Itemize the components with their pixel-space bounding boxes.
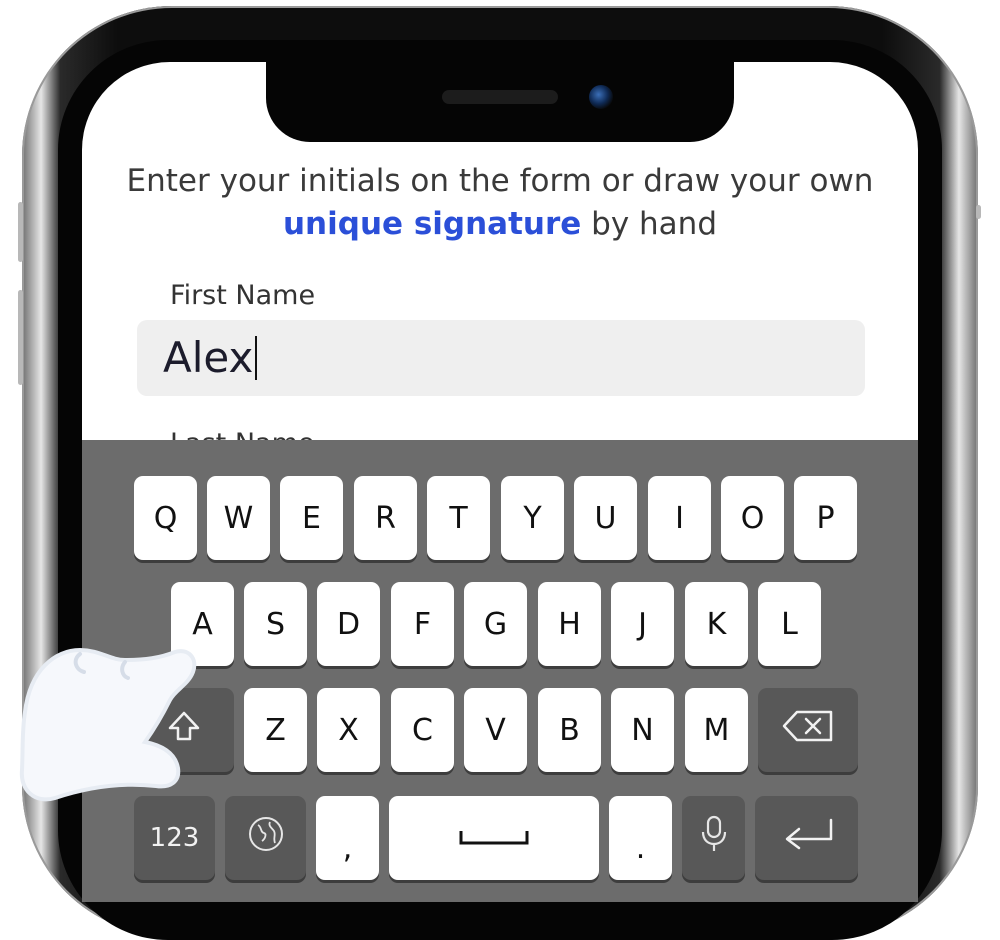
key-z[interactable]: Z <box>244 688 307 772</box>
notch <box>266 62 734 142</box>
key-u[interactable]: U <box>574 476 637 560</box>
return-key[interactable] <box>755 796 858 880</box>
key-e[interactable]: E <box>280 476 343 560</box>
microphone-icon <box>698 814 730 862</box>
side-button-left-2 <box>18 290 23 385</box>
key-k[interactable]: K <box>685 582 748 666</box>
space-bar-icon <box>457 817 531 859</box>
speaker <box>442 90 558 104</box>
globe-key[interactable] <box>225 796 306 880</box>
key-n[interactable]: N <box>611 688 674 772</box>
key-m[interactable]: M <box>685 688 748 772</box>
instruction-highlight: unique signature <box>282 206 582 242</box>
first-name-value: Alex <box>163 333 254 382</box>
instruction-text: Enter your initials on the form or draw … <box>112 160 888 246</box>
first-name-input[interactable]: Alex <box>137 320 865 396</box>
text-caret <box>255 336 258 380</box>
key-h[interactable]: H <box>538 582 601 666</box>
backspace-key[interactable] <box>758 688 858 772</box>
key-g[interactable]: G <box>464 582 527 666</box>
key-i[interactable]: I <box>648 476 711 560</box>
instruction-text-end: by hand <box>581 206 717 242</box>
side-button-right <box>976 205 981 219</box>
first-name-label: First Name <box>170 280 316 311</box>
key-f[interactable]: F <box>391 582 454 666</box>
front-camera <box>589 85 613 109</box>
key-l[interactable]: L <box>758 582 821 666</box>
key-c[interactable]: C <box>391 688 454 772</box>
space-key[interactable] <box>389 796 599 880</box>
key-w[interactable]: W <box>207 476 270 560</box>
side-button-left-1 <box>18 202 23 262</box>
backspace-icon <box>781 709 835 751</box>
key-x[interactable]: X <box>317 688 380 772</box>
key-b[interactable]: B <box>538 688 601 772</box>
key-r[interactable]: R <box>354 476 417 560</box>
screen: Enter your initials on the form or draw … <box>82 62 918 902</box>
key-j[interactable]: J <box>611 582 674 666</box>
key-q[interactable]: Q <box>134 476 197 560</box>
instruction-text-start: Enter your initials on the form or draw … <box>126 163 874 199</box>
keyboard: Q W E R T Y U I O P A S D F G H J K L Z … <box>82 440 918 902</box>
mic-key[interactable] <box>682 796 745 880</box>
globe-icon <box>246 814 286 862</box>
key-o[interactable]: O <box>721 476 784 560</box>
key-d[interactable]: D <box>317 582 380 666</box>
key-s[interactable]: S <box>244 582 307 666</box>
period-key[interactable]: . <box>609 796 672 880</box>
key-v[interactable]: V <box>464 688 527 772</box>
key-p[interactable]: P <box>794 476 857 560</box>
key-t[interactable]: T <box>427 476 490 560</box>
hand-pointer-icon <box>10 630 200 810</box>
key-y[interactable]: Y <box>501 476 564 560</box>
return-arrow-icon <box>779 817 835 859</box>
comma-key[interactable]: , <box>316 796 379 880</box>
